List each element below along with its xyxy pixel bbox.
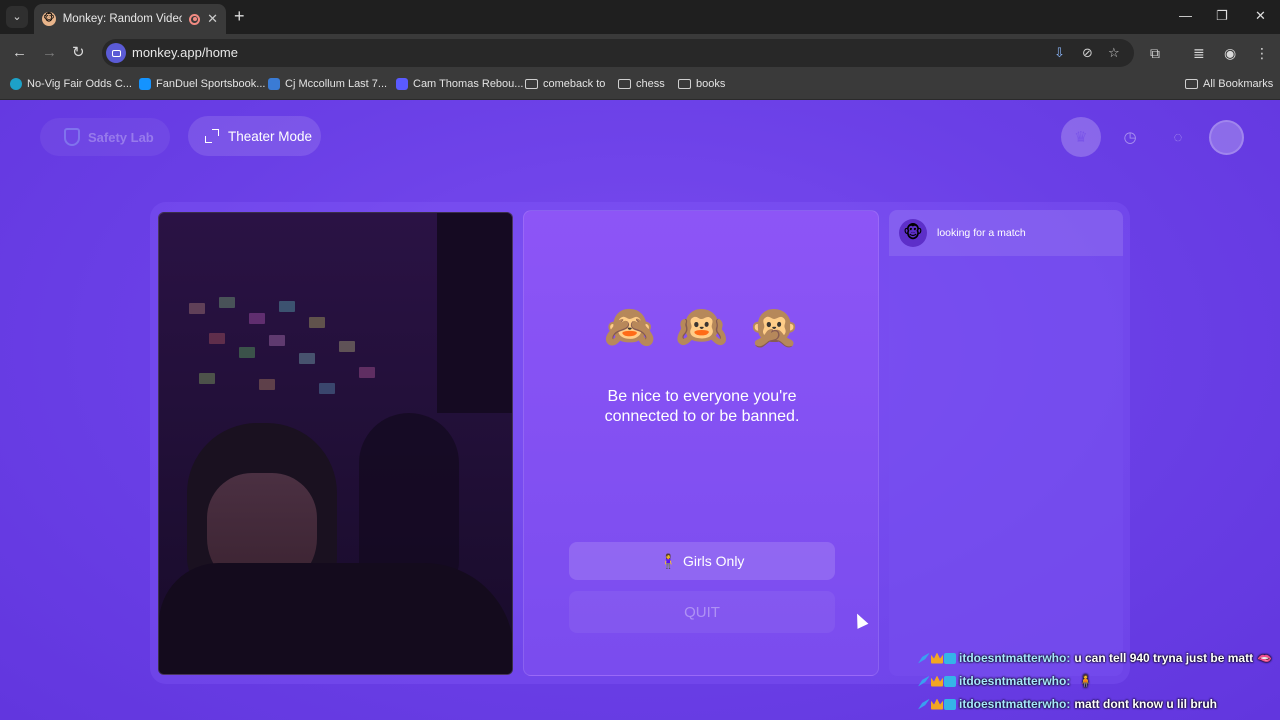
- match-status: 🐵 looking for a match: [889, 210, 1123, 256]
- chat-message: itdoesntmatterwho: matt dont know u lil …: [918, 697, 1217, 711]
- chat-text: matt dont know u lil bruh: [1074, 697, 1217, 711]
- girls-only-button[interactable]: 🧍‍♀️ Girls Only: [569, 542, 835, 580]
- url-text: monkey.app/home: [132, 45, 238, 60]
- shield-icon: [64, 128, 80, 146]
- tracking-protection-icon[interactable]: ⊘: [1082, 45, 1093, 61]
- media-controls-icon[interactable]: ≣: [1193, 45, 1205, 62]
- see-hear-speak-no-evil-monkeys-icon: 🙈🙉🙊: [603, 303, 821, 350]
- more-menu-icon[interactable]: ⋮: [1255, 45, 1269, 62]
- crown-badge-icon: [931, 652, 943, 664]
- bookmark-odds[interactable]: No-Vig Fair Odds C...: [10, 78, 132, 90]
- history-clock-icon[interactable]: ◷: [1110, 117, 1150, 157]
- match-card: 🙈🙉🙊 Be nice to everyone you're connected…: [523, 210, 879, 676]
- browser-toolbar: ← → ↻ monkey.app/home ⇩ ⊘ ☆ ⧉ ≣ ◉ ⋮: [0, 34, 1280, 72]
- folder-icon: [618, 79, 631, 89]
- bookmark-mccollum[interactable]: Cj Mccollum Last 7...: [268, 78, 387, 90]
- sword-badge-icon: [918, 675, 930, 687]
- chat-bubble-icon[interactable]: ◌: [1158, 117, 1198, 157]
- grid-badge-icon: [944, 675, 956, 687]
- expand-icon: [205, 129, 219, 143]
- stats-favicon-icon: [268, 78, 280, 90]
- woman-standing-icon: 🧍‍♀️: [659, 552, 677, 569]
- bookmark-star-icon[interactable]: ☆: [1108, 45, 1120, 61]
- folder-icon: [678, 79, 691, 89]
- folder-icon: [525, 79, 538, 89]
- crown-badge-icon: [931, 698, 943, 710]
- theater-mode-button[interactable]: Theater Mode: [188, 116, 321, 156]
- fanduel-favicon-icon: [139, 78, 151, 90]
- browser-tab-active[interactable]: 🐵 Monkey: Random Video Ch ✕: [34, 4, 226, 34]
- sword-badge-icon: [918, 698, 930, 710]
- bookmark-folder-comeback[interactable]: comeback to: [525, 78, 605, 90]
- bookmarks-bar: No-Vig Fair Odds C... FanDuel Sportsbook…: [0, 72, 1280, 100]
- chat-username: itdoesntmatterwho:: [959, 674, 1071, 688]
- chat-username: itdoesntmatterwho:: [959, 697, 1071, 711]
- extensions-icon[interactable]: ⧉: [1150, 45, 1160, 62]
- crown-icon[interactable]: ♛: [1061, 117, 1101, 157]
- odds-favicon-icon: [10, 78, 22, 90]
- chat-text: u can tell 940 tryna just be matt: [1074, 651, 1254, 665]
- status-text: looking for a match: [937, 227, 1026, 239]
- restore-icon[interactable]: ❐: [1216, 8, 1228, 24]
- monkey-avatar-icon: 🐵: [899, 219, 927, 247]
- close-window-icon[interactable]: ✕: [1255, 8, 1266, 24]
- bookmark-cam-thomas[interactable]: Cam Thomas Rebou...: [396, 78, 523, 90]
- chat-message: itdoesntmatterwho: u can tell 940 tryna …: [918, 651, 1272, 665]
- site-info-icon[interactable]: [106, 43, 126, 63]
- chat-username: itdoesntmatterwho:: [959, 651, 1071, 665]
- minimize-icon[interactable]: —: [1179, 8, 1192, 23]
- person-emoji-icon: 🧍: [1078, 674, 1094, 688]
- bookmark-folder-chess[interactable]: chess: [618, 78, 665, 90]
- close-tab-icon[interactable]: ✕: [207, 11, 218, 27]
- monkey-favicon-icon: 🐵: [42, 12, 56, 26]
- install-app-icon[interactable]: ⇩: [1054, 45, 1065, 61]
- lips-emoji-icon: 🫦: [1257, 651, 1273, 665]
- bookmark-folder-books[interactable]: books: [678, 78, 725, 90]
- recording-indicator-icon: [189, 13, 201, 25]
- folder-icon: [1185, 79, 1198, 89]
- back-arrow-icon[interactable]: ←: [12, 44, 27, 62]
- sword-badge-icon: [918, 652, 930, 664]
- quit-button[interactable]: QUIT: [569, 591, 835, 633]
- address-bar[interactable]: monkey.app/home ⇩ ⊘ ☆: [102, 39, 1134, 67]
- video-background: [169, 283, 409, 433]
- match-chat-panel: 🐵 looking for a match: [889, 210, 1123, 676]
- behavior-notice: Be nice to everyone you're connected to …: [604, 388, 800, 425]
- avatar[interactable]: [1209, 120, 1244, 155]
- tab-search-button[interactable]: ⌄: [6, 6, 28, 28]
- bookmark-fanduel[interactable]: FanDuel Sportsbook...: [139, 78, 265, 90]
- grid-badge-icon: [944, 652, 956, 664]
- forward-arrow-icon[interactable]: →: [42, 44, 57, 62]
- profile-icon[interactable]: ◉: [1224, 45, 1236, 62]
- monkey-app-page: Safety Lab Theater Mode ♛ ◷ ◌ 🙈🙉🙊 Be nic…: [0, 100, 1280, 720]
- crown-badge-icon: [931, 675, 943, 687]
- hp-favicon-icon: [396, 78, 408, 90]
- self-video-feed: [158, 212, 513, 675]
- browser-tab-bar: ⌄ 🐵 Monkey: Random Video Ch ✕ + — ❐ ✕: [0, 0, 1280, 34]
- new-tab-button[interactable]: +: [234, 7, 245, 25]
- tab-title: Monkey: Random Video Ch: [62, 13, 183, 25]
- grid-badge-icon: [944, 698, 956, 710]
- all-bookmarks[interactable]: All Bookmarks: [1185, 78, 1273, 90]
- reload-icon[interactable]: ↻: [72, 44, 85, 62]
- chat-message: itdoesntmatterwho: 🧍: [918, 674, 1093, 688]
- safety-lab-button[interactable]: Safety Lab: [40, 118, 170, 156]
